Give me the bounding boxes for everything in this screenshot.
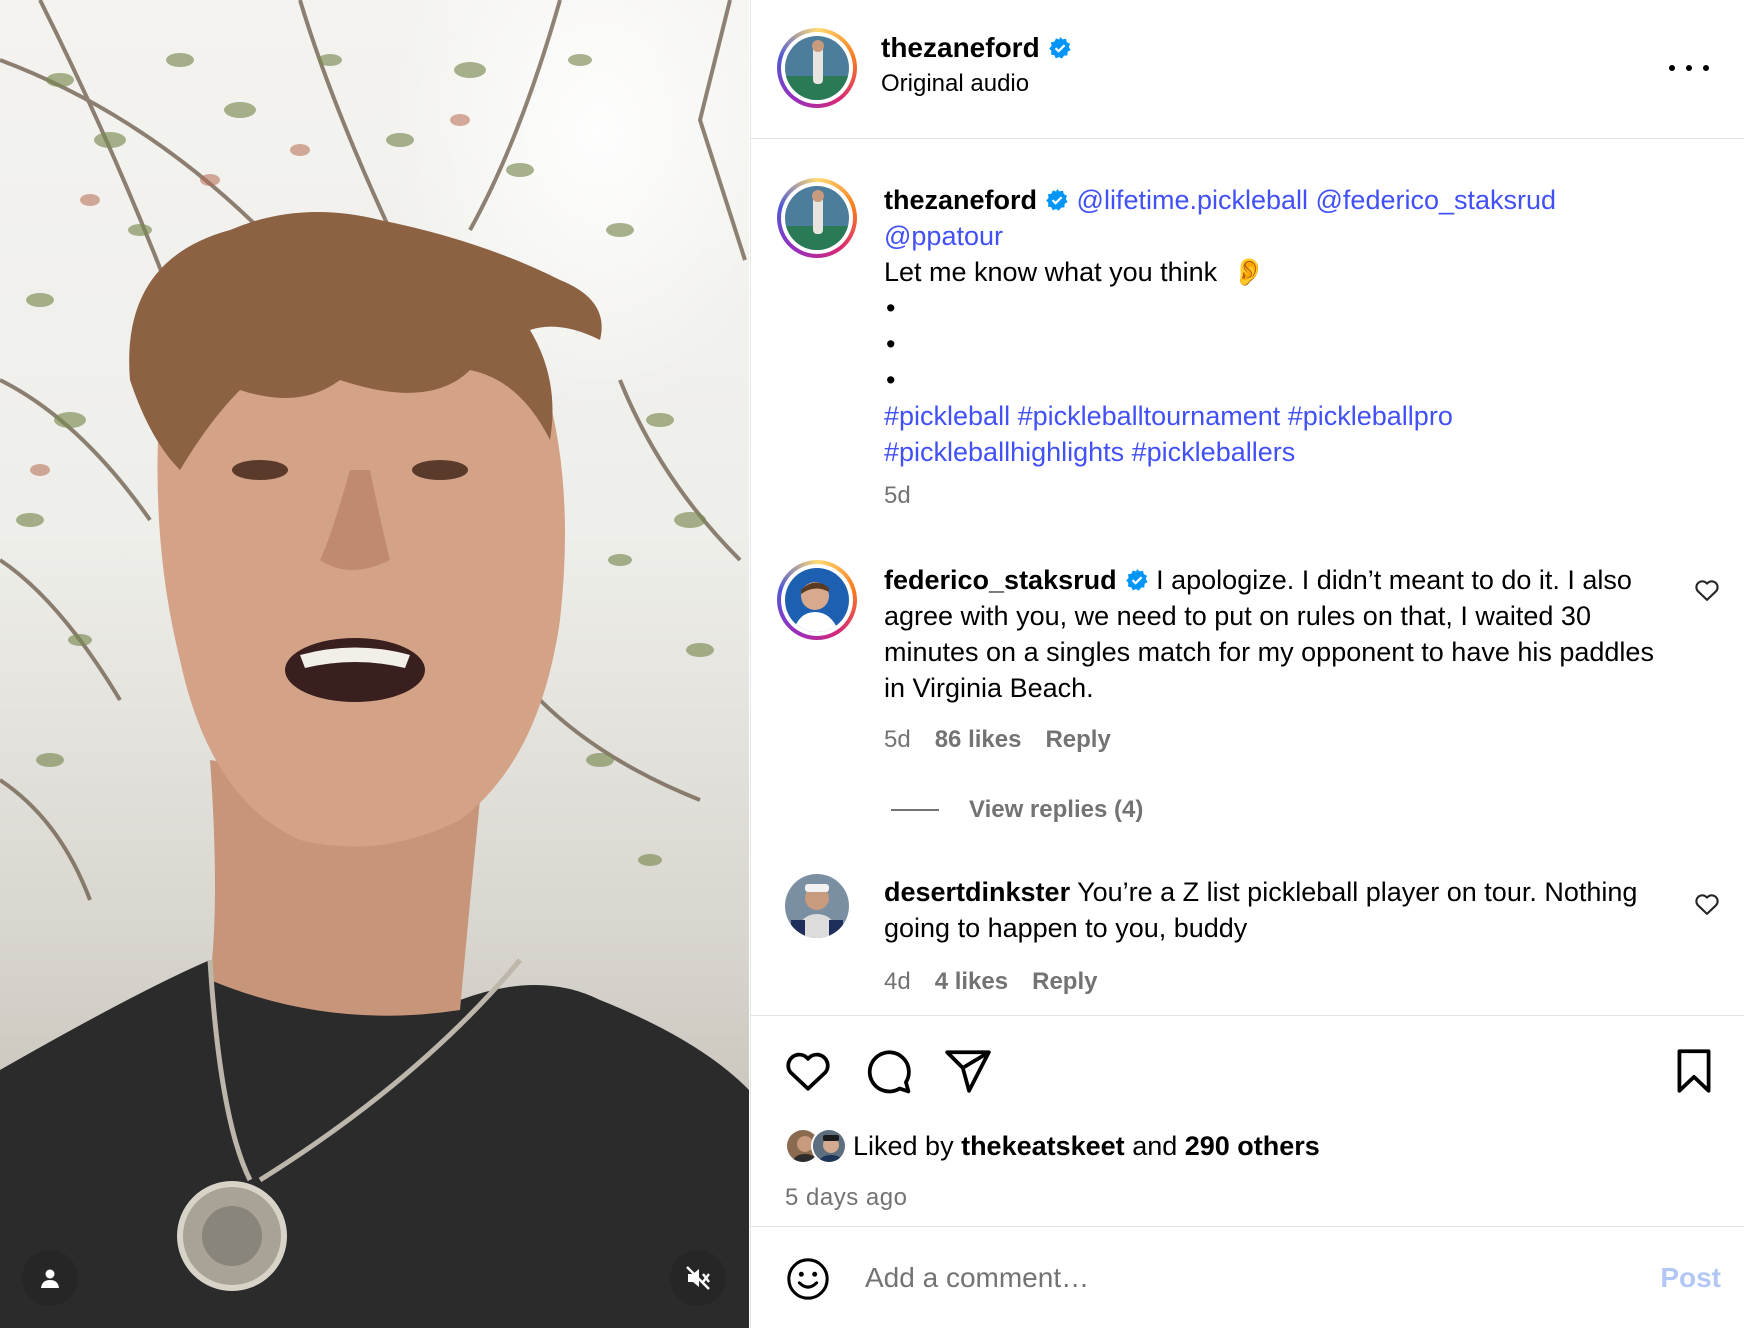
author-username[interactable]: thezaneford: [881, 32, 1040, 63]
like-comment-heart-icon[interactable]: [1693, 890, 1721, 918]
comment-input[interactable]: [865, 1256, 1585, 1300]
caption-body: Let me know what you think: [884, 257, 1218, 287]
ear-emoji: 👂: [1232, 257, 1266, 287]
caption-dot: •: [886, 293, 896, 323]
liker-avatar: [811, 1128, 847, 1164]
caption-hashtags[interactable]: #pickleballhighlights #pickleballers: [884, 434, 1674, 470]
caption-dot: •: [886, 365, 896, 395]
comment-meta: 5d 86 likes Reply: [884, 726, 1111, 754]
like-comment-heart-icon[interactable]: [1693, 576, 1721, 604]
post-actions: Liked by thekeatskeet and 290 others 5 d…: [751, 1015, 1744, 1227]
more-icon-dot: [1703, 65, 1709, 71]
comment-username[interactable]: federico_staksrud: [884, 565, 1117, 595]
add-comment-bar: Post: [751, 1228, 1744, 1328]
post-header: thezaneford Original audio: [751, 0, 1744, 139]
video-frame: [0, 0, 749, 1328]
more-icon: [1669, 65, 1675, 71]
caption-age[interactable]: 5d: [884, 478, 1674, 514]
mute-button[interactable]: [670, 1250, 726, 1306]
caption-hashtags[interactable]: #pickleball #pickleballtournament #pickl…: [884, 398, 1674, 434]
verified-icon: [1048, 37, 1071, 59]
verified-icon: [1125, 569, 1148, 591]
emoji-icon[interactable]: [785, 1256, 831, 1302]
liked-by-others[interactable]: 290 others: [1185, 1131, 1320, 1162]
liked-by: Liked by thekeatskeet and 290 others: [785, 1128, 1320, 1164]
more-icon-dot: [1686, 65, 1692, 71]
liked-by-middle: and: [1124, 1130, 1185, 1161]
post-button[interactable]: Post: [1660, 1262, 1721, 1294]
author-avatar[interactable]: [777, 28, 857, 108]
caption-avatar[interactable]: [777, 178, 857, 258]
comment-username[interactable]: desertdinkster: [884, 877, 1070, 907]
comment-icon[interactable]: [863, 1046, 913, 1096]
caption-mentions[interactable]: @lifetime.pickleball @federico_staksrud: [1077, 185, 1557, 215]
liker-avatars[interactable]: [785, 1128, 847, 1164]
post-panel: thezaneford Original audio thezaneford @…: [750, 0, 1744, 1328]
reply-button[interactable]: Reply: [1032, 968, 1097, 996]
comment-age[interactable]: 4d: [884, 968, 911, 996]
caption-dot: •: [886, 329, 896, 359]
divider-line: [891, 809, 939, 811]
tagged-users-button[interactable]: [22, 1250, 78, 1306]
audio-label[interactable]: Original audio: [881, 70, 1072, 98]
caption-text: thezaneford @lifetime.pickleball @federi…: [884, 182, 1674, 514]
author-avatar-image: [785, 36, 849, 100]
view-replies-button[interactable]: View replies (4): [891, 796, 1143, 824]
caption-username[interactable]: thezaneford: [884, 185, 1037, 215]
comment-age[interactable]: 5d: [884, 726, 911, 754]
comment-likes[interactable]: 86 likes: [935, 726, 1022, 754]
bookmark-icon[interactable]: [1669, 1046, 1719, 1096]
post-time[interactable]: 5 days ago: [785, 1184, 907, 1212]
heart-icon[interactable]: [783, 1046, 833, 1096]
reel-video[interactable]: [0, 0, 749, 1328]
liked-by-user[interactable]: thekeatskeet: [961, 1131, 1125, 1162]
reply-button[interactable]: Reply: [1045, 726, 1110, 754]
view-replies-label: View replies (4): [969, 796, 1144, 823]
comment-avatar[interactable]: [777, 560, 857, 640]
share-icon[interactable]: [943, 1046, 993, 1096]
comment-avatar-image: [785, 568, 849, 632]
caption-avatar-image: [785, 186, 849, 250]
more-options-button[interactable]: [1669, 54, 1709, 82]
comments-section[interactable]: thezaneford @lifetime.pickleball @federi…: [751, 140, 1744, 1015]
user-icon: [41, 1269, 59, 1288]
comment-meta: 4d 4 likes Reply: [884, 968, 1097, 996]
caption-mention-ppatour[interactable]: @ppatour: [884, 218, 1674, 254]
mute-icon: [686, 1266, 710, 1290]
comment-avatar[interactable]: [785, 874, 849, 938]
verified-icon: [1046, 189, 1068, 211]
liked-by-prefix: Liked by: [853, 1130, 962, 1161]
comment-likes[interactable]: 4 likes: [935, 968, 1008, 996]
